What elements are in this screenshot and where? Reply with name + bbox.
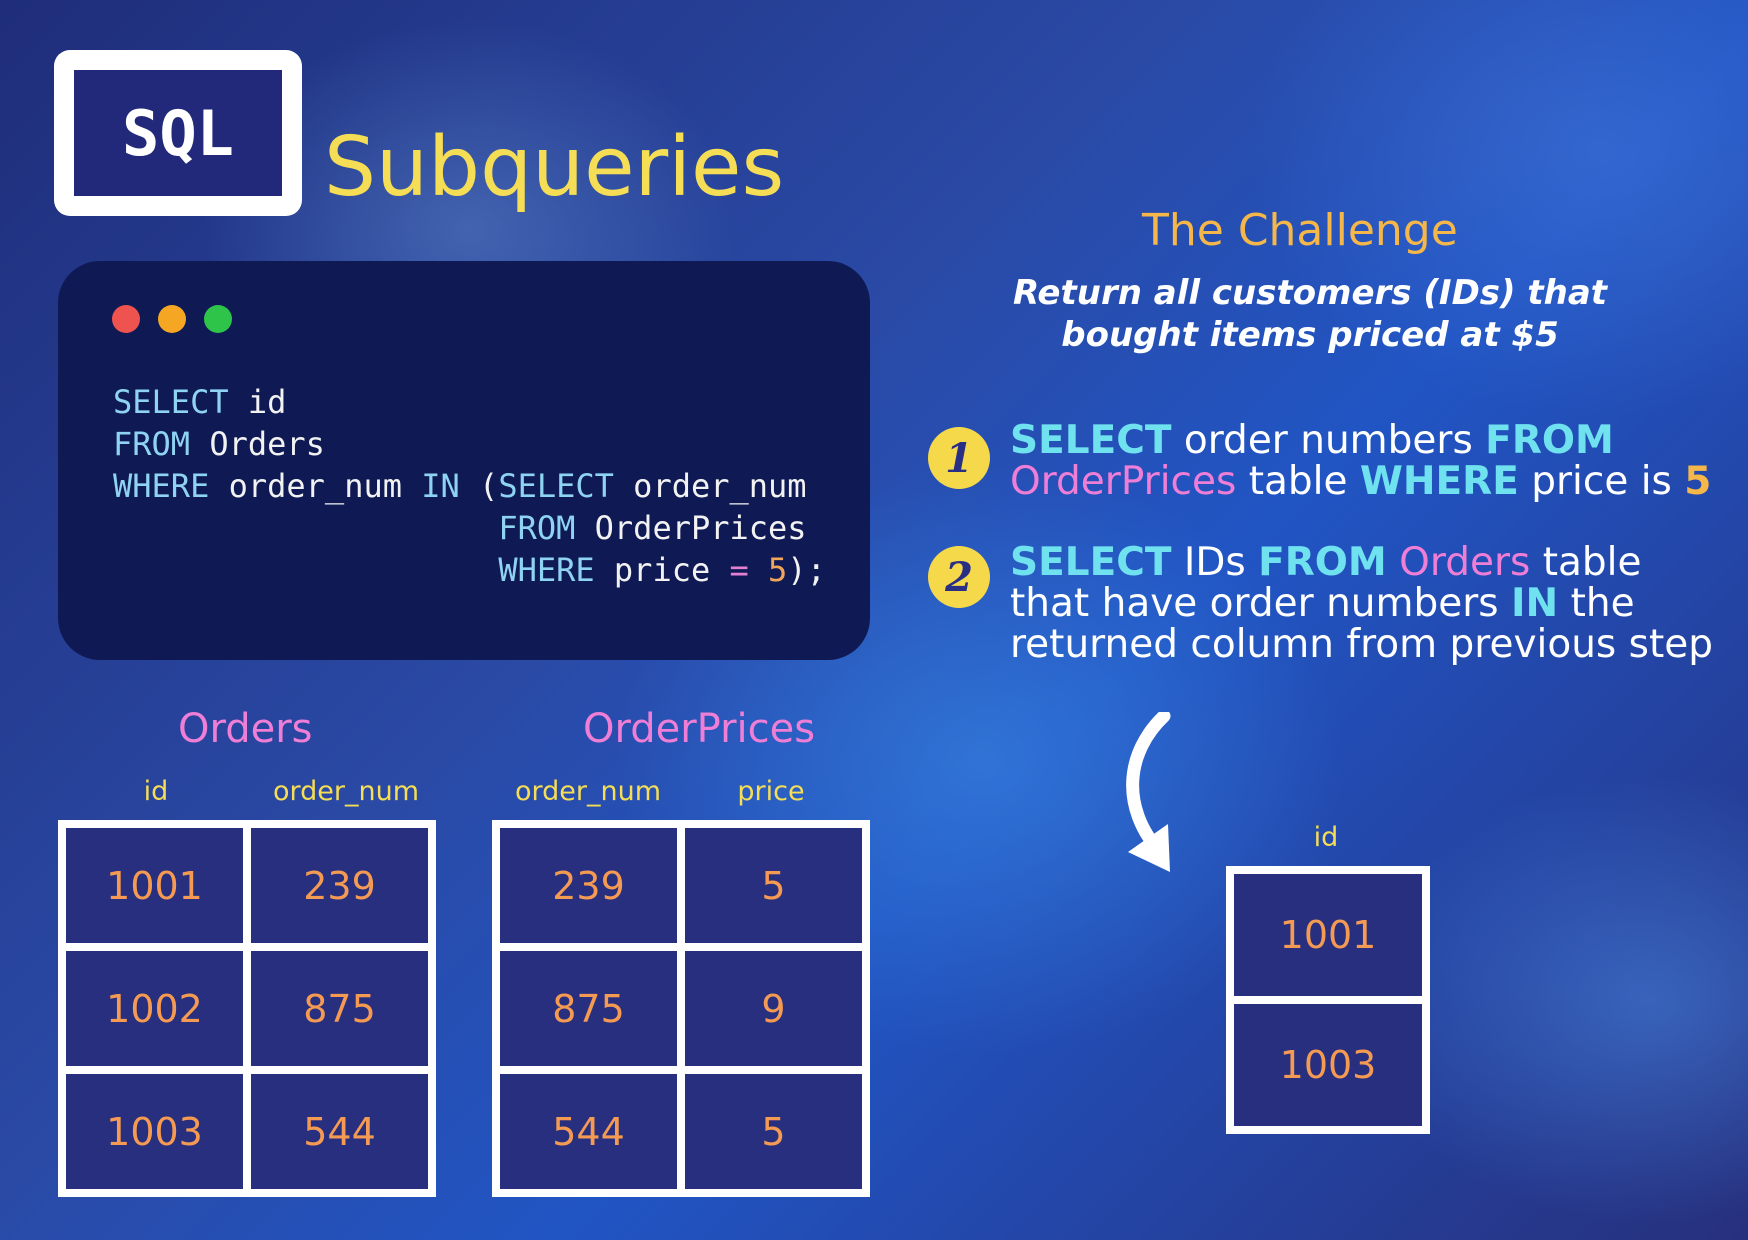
step-1-text: SELECT order numbers FROM OrderPrices tab… (1010, 420, 1711, 502)
step-text-segment: that have order numbers (1010, 581, 1512, 626)
table-cell: 875 (500, 951, 677, 1066)
code-token: Orders (190, 425, 325, 463)
code-token: SELECT (498, 467, 614, 505)
orderprices-header-price: price (737, 776, 805, 807)
sql-logo-text: SQL (122, 96, 234, 170)
step-text-segment: table (1236, 459, 1360, 504)
orderprices-table: 239 5 875 9 544 5 (492, 820, 870, 1197)
code-token: FROM (498, 509, 576, 547)
code-token: id (228, 383, 287, 421)
code-token: SELECT (113, 383, 229, 421)
table-cell: 544 (251, 1074, 428, 1189)
table-cell: 875 (251, 951, 428, 1066)
step-text-segment: 5 (1684, 459, 1712, 504)
result-header-id: id (1313, 822, 1339, 853)
code-line: WHERE price = 5); (113, 549, 826, 591)
table-cell: 1003 (1234, 1004, 1422, 1126)
table-cell: 5 (685, 1074, 862, 1189)
challenge-description-line: Return all customers (IDs) that (1012, 273, 1608, 313)
challenge-description-line: bought items priced at $5 (1061, 315, 1559, 355)
curved-arrow-down-icon (1126, 712, 1171, 872)
table-cell: 544 (500, 1074, 677, 1189)
step-text-segment: price is (1518, 459, 1685, 504)
code-token: IN (421, 467, 460, 505)
step-text-segment: FROM (1258, 540, 1387, 585)
step-text-segment: SELECT (1010, 540, 1172, 585)
step-text-segment: FROM (1485, 418, 1614, 463)
sql-logo: SQL (54, 50, 302, 216)
step-text-segment: SELECT (1010, 418, 1172, 463)
step-text-segment: WHERE (1359, 459, 1519, 504)
orderprices-header-order-num: order_num (514, 776, 662, 807)
code-token: price (594, 551, 730, 589)
table-cell: 1002 (66, 951, 243, 1066)
step-text-segment: OrderPrices (1010, 459, 1237, 504)
orderprices-table-title: OrderPrices (583, 706, 816, 752)
code-line: FROM OrderPrices (113, 507, 826, 549)
step-text-segment: IDs (1171, 540, 1259, 585)
table-cell: 5 (685, 828, 862, 943)
table-cell: 239 (251, 828, 428, 943)
step-text-segment: Orders (1399, 540, 1531, 585)
step-1-badge: 1 (928, 427, 990, 489)
code-token: WHERE (498, 551, 595, 589)
code-line: SELECT id (113, 381, 826, 423)
code-token: order_num (613, 467, 807, 505)
code-token: WHERE (113, 467, 210, 505)
orders-table: 1001 239 1002 875 1003 544 (58, 820, 436, 1197)
step-text-segment: returned column from previous step (1010, 622, 1714, 667)
step-text-segment: IN (1511, 581, 1559, 626)
sql-code-block: SELECT id FROM Orders WHERE order_num IN (… (113, 381, 826, 591)
table-cell: 1001 (66, 828, 243, 943)
challenge-title: The Challenge (1142, 205, 1458, 256)
code-token: ); (787, 551, 826, 589)
code-token: ( (459, 467, 499, 505)
step-2-badge: 2 (928, 546, 990, 608)
step-text-segment: table (1530, 540, 1642, 585)
window-dot-green (204, 305, 232, 333)
sql-logo-inner: SQL (74, 70, 282, 196)
challenge-description: Return all customers (IDs) that bought i… (980, 272, 1640, 356)
orders-table-title: Orders (178, 706, 313, 752)
page-title: Subqueries (324, 120, 785, 215)
window-dot-red (112, 305, 140, 333)
table-cell: 9 (685, 951, 862, 1066)
step-text-segment: order numbers (1171, 418, 1486, 463)
code-line: FROM Orders (113, 423, 826, 465)
step-text-segment: the (1558, 581, 1635, 626)
orders-header-order-num: order_num (272, 776, 420, 807)
code-window: SELECT id FROM Orders WHERE order_num IN (… (58, 261, 870, 660)
code-token: 5 (768, 551, 788, 589)
step-text-segment (1387, 540, 1399, 585)
table-cell: 239 (500, 828, 677, 943)
table-cell: 1003 (66, 1074, 243, 1189)
window-dot-yellow (158, 305, 186, 333)
code-token: OrderPrices (575, 509, 807, 547)
code-line: WHERE order_num IN (SELECT order_num (113, 465, 826, 507)
orders-header-id: id (143, 776, 169, 807)
step-2-text: SELECT IDs FROM Orders table that have or… (1010, 542, 1713, 665)
code-token: FROM (113, 425, 191, 463)
table-cell: 1001 (1234, 874, 1422, 996)
result-table: 1001 1003 (1226, 866, 1430, 1134)
code-token: order_num (209, 467, 422, 505)
code-token: = (729, 551, 749, 589)
